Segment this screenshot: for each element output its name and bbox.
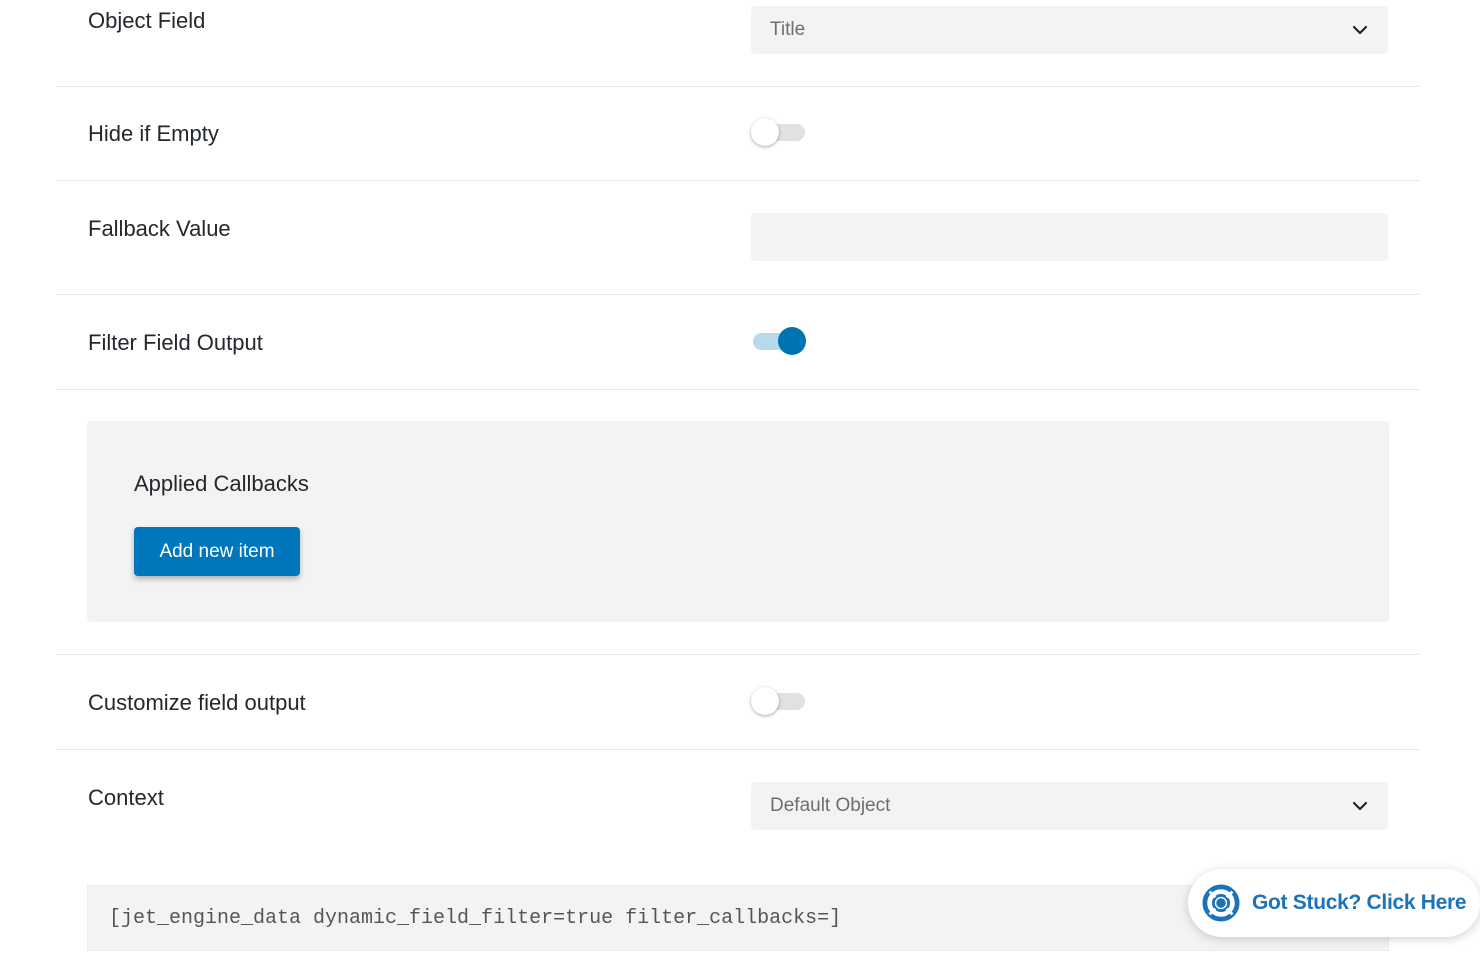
filter-field-output-label: Filter Field Output xyxy=(88,330,263,355)
help-label: Got Stuck? Click Here xyxy=(1252,891,1467,914)
toggle-knob xyxy=(751,687,779,715)
applied-callbacks-title: Applied Callbacks xyxy=(134,471,309,496)
toggle-knob xyxy=(778,327,806,355)
got-stuck-help-button[interactable]: Got Stuck? Click Here xyxy=(1188,869,1480,937)
object-field-row: Object Field Title xyxy=(56,0,1420,87)
object-field-value: Title xyxy=(770,19,806,40)
object-field-select[interactable]: Title xyxy=(751,6,1388,54)
hide-if-empty-toggle[interactable] xyxy=(751,117,807,147)
customize-field-output-label: Customize field output xyxy=(88,690,306,715)
fallback-value-row: Fallback Value xyxy=(56,181,1420,295)
lifebuoy-icon xyxy=(1202,884,1240,922)
context-row: Context Default Object xyxy=(56,750,1420,860)
fallback-value-input[interactable] xyxy=(751,213,1388,261)
settings-panel: Object Field Title Hide if Empty Fallbac… xyxy=(0,0,1480,954)
hide-if-empty-label: Hide if Empty xyxy=(88,121,219,146)
context-select[interactable]: Default Object xyxy=(751,782,1388,830)
toggle-knob xyxy=(751,118,779,146)
add-new-item-button[interactable]: Add new item xyxy=(134,527,300,576)
object-field-label: Object Field xyxy=(88,8,206,33)
customize-field-output-toggle[interactable] xyxy=(751,686,807,716)
chevron-down-icon xyxy=(1352,25,1368,35)
fallback-value-label: Fallback Value xyxy=(88,216,231,241)
customize-field-output-row: Customize field output xyxy=(56,655,1420,750)
filter-field-output-toggle[interactable] xyxy=(751,326,807,356)
context-label: Context xyxy=(88,785,164,810)
applied-callbacks-repeater: Applied Callbacks Add new item xyxy=(87,421,1389,622)
hide-if-empty-row: Hide if Empty xyxy=(56,87,1420,181)
filter-field-output-row: Filter Field Output xyxy=(56,295,1420,390)
chevron-down-icon xyxy=(1352,801,1368,811)
context-value: Default Object xyxy=(770,795,891,816)
